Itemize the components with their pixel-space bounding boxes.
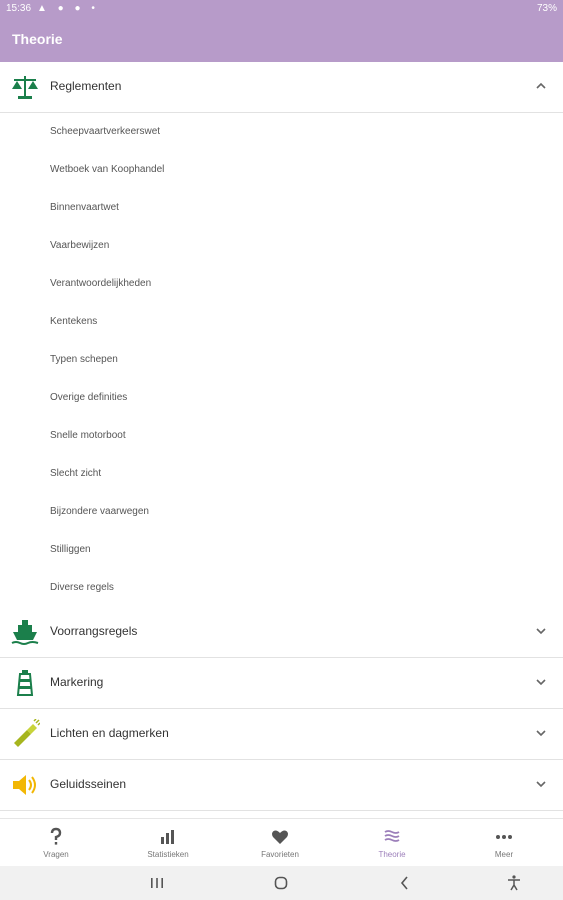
flashlight-icon xyxy=(14,719,40,747)
section-geluidsseinen[interactable]: Geluidsseinen xyxy=(0,760,563,811)
app-bar: Theorie xyxy=(0,18,563,62)
status-time: 15:36 xyxy=(6,3,32,14)
list-item-label: Verantwoordelijkheden xyxy=(50,278,152,289)
bottom-navigation: Vragen Statistieken Favorieten Theorie M… xyxy=(0,818,563,867)
nav-statistieken[interactable]: Statistieken xyxy=(112,819,224,867)
list-item-label: Snelle motorboot xyxy=(50,430,126,441)
list-item-label: Overige definities xyxy=(50,392,128,403)
chevron-down-icon[interactable] xyxy=(534,624,548,638)
more-icon xyxy=(496,835,512,839)
list-item-label: Diverse regels xyxy=(50,582,114,593)
section-markering[interactable]: Markering xyxy=(0,658,563,709)
accessibility-icon[interactable] xyxy=(505,874,523,892)
waves-icon xyxy=(384,830,400,842)
nav-meer[interactable]: Meer xyxy=(448,819,560,867)
list-item-bijzondere-vaarwegen[interactable]: Bijzondere vaarwegen xyxy=(0,493,563,532)
chevron-down-icon[interactable] xyxy=(534,675,548,689)
section-lichten-en-dagmerken[interactable]: Lichten en dagmerken xyxy=(0,709,563,760)
list-item-label: Slecht zicht xyxy=(50,468,102,479)
list-item-diverse-regels[interactable]: Diverse regels xyxy=(0,569,563,608)
home-icon[interactable] xyxy=(272,874,290,892)
section-voorrangsregels[interactable]: Voorrangsregels xyxy=(0,607,563,658)
nav-label: Favorieten xyxy=(261,850,299,859)
list-item-kentekens[interactable]: Kentekens xyxy=(0,303,563,342)
list-item-typen-schepen[interactable]: Typen schepen xyxy=(0,341,563,380)
nav-label: Theorie xyxy=(378,850,406,859)
section-label: Reglementen xyxy=(50,79,122,93)
bar-chart-icon xyxy=(161,830,174,844)
chevron-down-icon[interactable] xyxy=(534,777,548,791)
section-label: Geluidsseinen xyxy=(50,777,127,791)
list-item-vaarbewijzen[interactable]: Vaarbewijzen xyxy=(0,227,563,266)
list-item-label: Bijzondere vaarwegen xyxy=(50,506,149,517)
chevron-up-icon[interactable] xyxy=(534,79,548,93)
nav-favorieten[interactable]: Favorieten xyxy=(224,819,336,867)
question-icon xyxy=(50,827,62,845)
battery-level: 73% xyxy=(536,3,557,14)
section-label: Voorrangsregels xyxy=(50,624,138,638)
scales-icon xyxy=(12,76,38,99)
list-item-slecht-zicht[interactable]: Slecht zicht xyxy=(0,455,563,494)
list-item-scheepvaartverkeerswet[interactable]: Scheepvaartverkeerswet xyxy=(0,113,563,152)
list-item-label: Wetboek van Koophandel xyxy=(50,164,165,175)
list-item-label: Binnenvaartwet xyxy=(50,202,119,213)
recent-apps-icon[interactable] xyxy=(148,874,166,892)
list-item-stilliggen[interactable]: Stilliggen xyxy=(0,531,563,570)
ship-icon xyxy=(11,620,39,645)
list-item-overige-definities[interactable]: Overige definities xyxy=(0,379,563,418)
status-bar: 15:36 ▲ ● ● • 73% xyxy=(0,0,563,18)
chevron-down-icon[interactable] xyxy=(534,726,548,740)
lighthouse-icon xyxy=(16,670,34,696)
heart-icon xyxy=(272,830,288,844)
page-title: Theorie xyxy=(12,31,63,47)
theory-list[interactable]: Reglementen Scheepvaartverkeerswet Wetbo… xyxy=(0,62,563,818)
list-item-label: Kentekens xyxy=(50,316,98,327)
list-item-label: Vaarbewijzen xyxy=(50,240,110,251)
nav-label: Meer xyxy=(494,850,514,859)
list-item-label: Typen schepen xyxy=(50,354,118,365)
nav-vragen[interactable]: Vragen xyxy=(0,819,112,867)
notification-icons: ▲ ● ● • xyxy=(37,3,99,14)
back-icon[interactable] xyxy=(396,874,414,892)
list-item-wetboek[interactable]: Wetboek van Koophandel xyxy=(0,151,563,190)
speaker-icon xyxy=(13,775,36,795)
nav-theorie[interactable]: Theorie xyxy=(336,819,448,867)
list-item-snelle-motorboot[interactable]: Snelle motorboot xyxy=(0,417,563,456)
system-navigation-bar xyxy=(0,866,563,900)
nav-label: Vragen xyxy=(43,850,69,859)
nav-label: Statistieken xyxy=(147,850,189,859)
list-item-label: Scheepvaartverkeerswet xyxy=(50,126,161,137)
list-item-binnenvaartwet[interactable]: Binnenvaartwet xyxy=(0,189,563,228)
section-label: Markering xyxy=(50,675,104,689)
list-item-verantwoordelijkheden[interactable]: Verantwoordelijkheden xyxy=(0,265,563,304)
list-item-label: Stilliggen xyxy=(50,544,91,555)
section-reglementen[interactable]: Reglementen xyxy=(0,62,563,113)
section-label: Lichten en dagmerken xyxy=(50,726,169,740)
